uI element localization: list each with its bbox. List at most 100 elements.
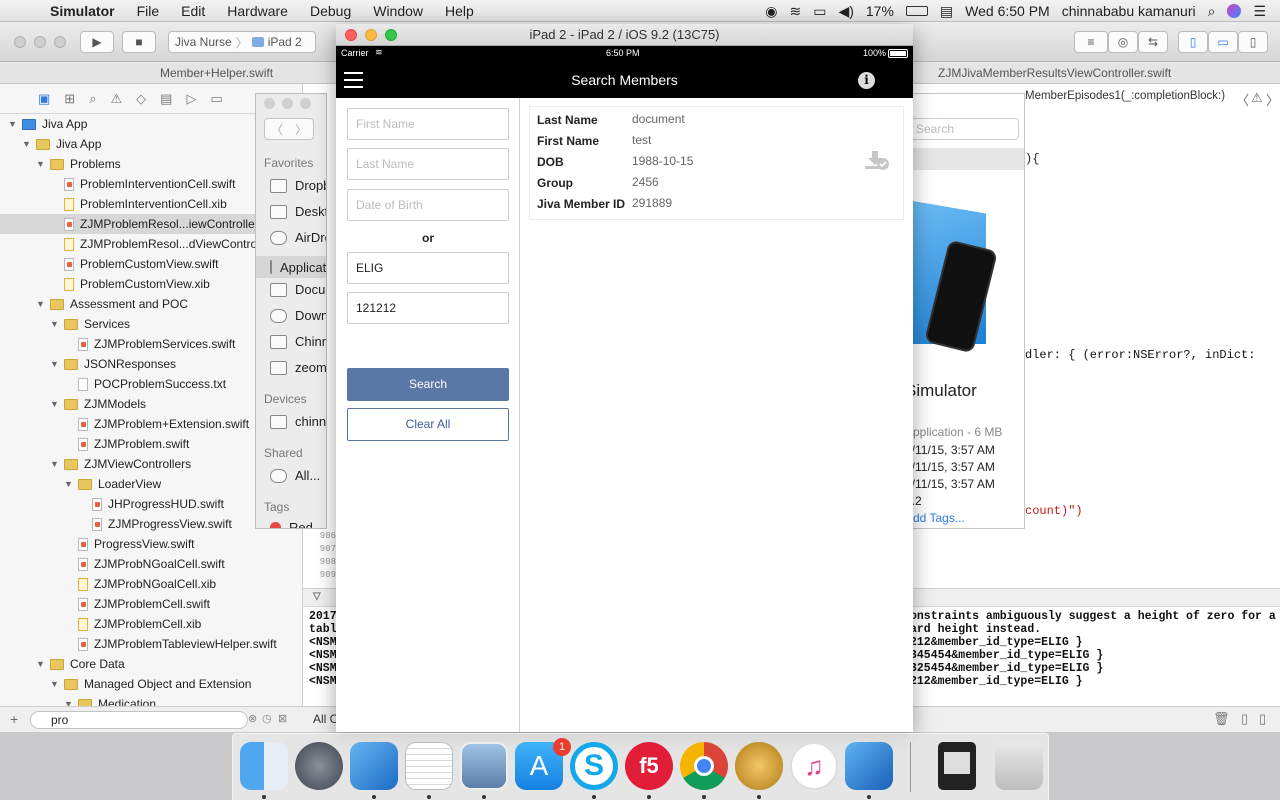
menu-debug[interactable]: Debug [310,3,351,19]
first-name-field[interactable]: First Name [347,108,509,140]
volume-icon[interactable]: ◀) [838,3,853,20]
split-right-icon[interactable]: ▯ [1259,711,1266,727]
disclosure-triangle-icon[interactable]: ▼ [8,119,18,129]
ipad-device-icon[interactable] [938,742,976,790]
back-icon[interactable]: 〈 [271,121,283,138]
trash-full-icon[interactable] [995,742,1043,790]
version-editor-button[interactable]: ⇆ [1138,31,1168,53]
finder-item-desktop[interactable]: Desktop [270,204,326,219]
clear-all-button[interactable]: Clear All [347,408,509,441]
navigator-file[interactable]: ZJMProbNGoalCell.xib [0,574,302,594]
jump-bar-method[interactable]: MemberEpisodes1(_:completionBlock:) [1025,90,1225,102]
add-tags-link[interactable]: Add Tags... [905,511,965,525]
navigator-file[interactable]: ZJMProbNGoalCell.swift [0,554,302,574]
disclosure-triangle-icon[interactable]: ▼ [36,299,46,309]
report-navigator-icon[interactable]: ▭ [210,91,222,107]
menu-window[interactable]: Window [373,3,423,19]
navigator-filter-field[interactable]: pro [30,711,248,729]
input-flag-icon[interactable]: ▤ [940,3,953,20]
trash-icon[interactable]: 🗑 [1213,711,1230,727]
menubar-clock[interactable]: Wed 6:50 PM [965,3,1050,19]
vpn-icon[interactable]: ◉ [765,3,777,20]
battery-icon[interactable] [905,6,928,16]
finder-item-dropbox[interactable]: Dropbox [270,178,326,193]
wifi-icon[interactable]: ≋ [789,3,801,20]
disclosure-triangle-icon[interactable]: ▼ [36,659,46,669]
issue-navigator-icon[interactable]: ⚠ [110,91,122,107]
finder-minimize-button[interactable] [282,98,293,109]
preview-icon[interactable] [460,742,508,790]
skype-icon[interactable]: S [570,742,618,790]
disclosure-triangle-icon[interactable]: ▼ [36,159,46,169]
info-search-field[interactable]: Search [907,118,1019,140]
scheme-selector[interactable]: Jiva Nurse 〉 iPad 2 [168,31,316,53]
finder-item-device[interactable]: chinna [270,414,326,429]
dob-field[interactable]: Date of Birth [347,189,509,221]
finder-close-button[interactable] [264,98,275,109]
id-type-field[interactable]: ELIG [347,252,509,284]
test-navigator-icon[interactable]: ◇ [136,91,146,107]
clear-filter-icon[interactable]: ⊗ [248,712,257,725]
chrome-icon[interactable] [680,742,728,790]
split-left-icon[interactable]: ▯ [1241,711,1248,727]
jump-back-icon[interactable]: 〈 [1236,90,1249,109]
debug-navigator-icon[interactable]: ▤ [160,91,172,107]
jump-forward-icon[interactable]: 〉 [1266,90,1279,109]
last-name-field[interactable]: Last Name [347,148,509,180]
f5-vpn-icon[interactable]: f5 [625,742,673,790]
search-button[interactable]: Search [347,368,509,401]
sim-close-button[interactable] [345,29,357,41]
finder-item-chinna[interactable]: Chinna [270,334,326,349]
symbol-navigator-icon[interactable]: ⊞ [64,91,75,107]
disclosure-triangle-icon[interactable]: ▼ [64,699,74,706]
spotlight-icon[interactable]: ⌕ [1208,3,1216,20]
finder-item-downloads[interactable]: Downloads [270,308,326,323]
utilities-toggle-button[interactable]: ▯ [1238,31,1268,53]
debug-toggle-button[interactable]: ▭ [1208,31,1238,53]
menu-help[interactable]: Help [445,3,474,19]
finder-item-applications[interactable]: Applications [256,256,326,278]
breakpoint-navigator-icon[interactable]: ▷ [186,91,196,107]
launchpad-icon[interactable] [295,742,343,790]
navigator-file[interactable]: ProgressView.swift [0,534,302,554]
menu-app[interactable]: Simulator [50,3,115,19]
finder-icon[interactable] [240,742,288,790]
textedit-icon[interactable] [405,742,453,790]
forward-icon[interactable]: 〉 [295,121,307,138]
navigator-group[interactable]: ▼ Medication [0,694,302,706]
window-close-button[interactable] [14,36,26,48]
finder-item-zeomega[interactable]: zeomega [270,360,326,375]
finder-item-airdrop[interactable]: AirDrop [270,230,326,245]
xcode-icon[interactable] [845,742,893,790]
member-result-card[interactable]: Last Name document First Name test DOB 1… [529,106,904,220]
finder-item-shared-all[interactable]: All... [270,468,320,483]
info-icon[interactable]: i [858,72,875,89]
navigator-file[interactable]: ZJMProblemTableviewHelper.swift [0,634,302,654]
siri-icon[interactable] [1227,4,1242,18]
finder-zoom-button[interactable] [300,98,311,109]
window-minimize-button[interactable] [34,36,46,48]
member-id-field[interactable]: 121212 [347,292,509,324]
menu-hardware[interactable]: Hardware [227,3,288,19]
simulator-title-bar[interactable]: iPad 2 - iPad 2 / iOS 9.2 (13C75) [336,24,913,46]
disclosure-triangle-icon[interactable]: ▼ [50,359,60,369]
disclosure-triangle-icon[interactable]: ▼ [50,459,60,469]
battery-percent[interactable]: 17% [866,3,894,19]
menubar-user[interactable]: chinnababu kamanuri [1062,3,1196,19]
tab-results-controller[interactable]: ZJMJivaMemberResultsViewController.swift [938,66,1171,80]
hide-debug-icon[interactable]: ▽ [313,591,321,602]
disclosure-triangle-icon[interactable]: ▼ [64,479,74,489]
run-button[interactable]: ▶ [80,31,114,53]
navigator-group[interactable]: ▼ Managed Object and Extension [0,674,302,694]
recent-files-icon[interactable]: ◷ [262,712,272,725]
keychain-icon[interactable] [735,742,783,790]
download-check-icon[interactable] [864,149,890,173]
navigator-toggle-button[interactable]: ▯ [1178,31,1208,53]
disclosure-triangle-icon[interactable]: ▼ [50,679,60,689]
standard-editor-button[interactable]: ≡ [1074,31,1108,53]
project-navigator-icon[interactable]: ▣ [38,91,50,107]
sim-zoom-button[interactable] [385,29,397,41]
add-file-icon[interactable]: + [10,711,18,727]
disclosure-triangle-icon[interactable]: ▼ [50,399,60,409]
stop-button[interactable]: ■ [122,31,156,53]
